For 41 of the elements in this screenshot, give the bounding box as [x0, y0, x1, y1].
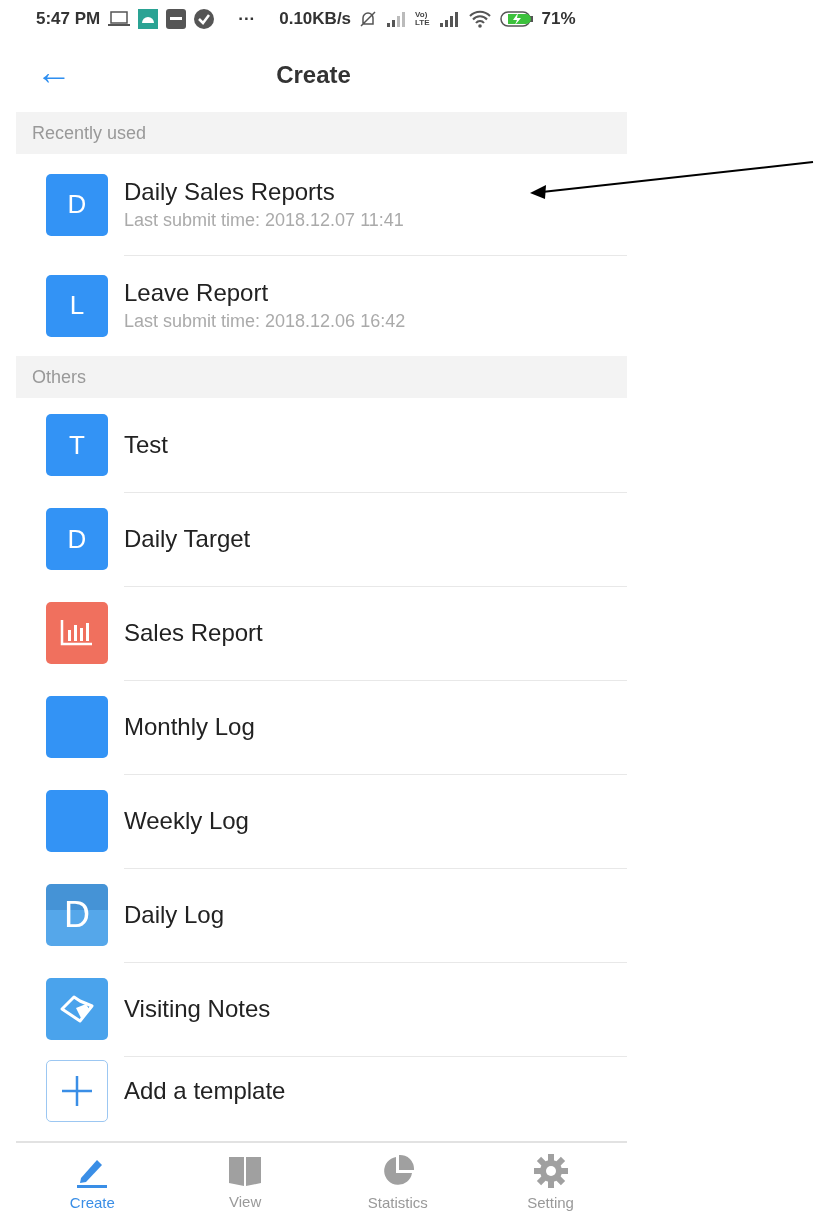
network-speed: 0.10KB/s	[279, 9, 352, 29]
signal-icon	[385, 11, 408, 27]
section-header: Others	[16, 356, 627, 398]
last-submit-time: Last submit time: 2018.12.06 16:42	[124, 311, 407, 332]
letter-icon: D	[46, 173, 108, 236]
template-name[interactable]: Weekly Log	[124, 806, 627, 835]
add-icon	[46, 1060, 108, 1122]
template-name[interactable]: Leave Report	[124, 279, 627, 307]
letter-icon: T	[46, 414, 108, 476]
section-header: Recently used	[16, 112, 627, 154]
template-name[interactable]: Visiting Notes	[124, 994, 627, 1023]
android-icon	[138, 9, 159, 29]
laptop-icon	[108, 11, 131, 27]
wifi-icon	[467, 10, 492, 28]
volte-label: Vo) LTE	[415, 11, 430, 27]
app-icon	[166, 9, 187, 29]
bar-chart-icon	[46, 602, 108, 664]
letter-icon: D	[46, 508, 108, 570]
last-submit-time: Last submit time: 2018.12.07 11:41	[124, 209, 405, 231]
template-name[interactable]: Add a template	[124, 1077, 627, 1105]
book-icon	[228, 1155, 263, 1187]
check-circle-icon	[194, 9, 215, 29]
settings-icon	[533, 1154, 568, 1188]
letter-icon: L	[46, 274, 108, 337]
template-name[interactable]: Daily Target	[124, 524, 627, 553]
status-time: 5:47 PM	[36, 9, 101, 29]
template-name[interactable]: Test	[124, 430, 627, 459]
muted-bell-icon	[359, 10, 378, 28]
more-indicator: ···	[238, 9, 256, 29]
battery-level: 71%	[541, 9, 576, 29]
template-name[interactable]: Daily Sales Reports	[124, 177, 627, 206]
letter-icon: D	[46, 884, 108, 946]
page-title: Create	[276, 61, 351, 88]
template-name[interactable]: Sales Report	[124, 618, 627, 647]
template-name[interactable]: Daily Log	[124, 900, 627, 929]
battery-icon	[499, 10, 534, 28]
handshake-icon	[46, 978, 108, 1040]
signal-icon	[437, 11, 460, 27]
form-icon	[46, 696, 108, 758]
template-name[interactable]: Monthly Log	[124, 712, 627, 741]
form-icon	[46, 790, 108, 852]
